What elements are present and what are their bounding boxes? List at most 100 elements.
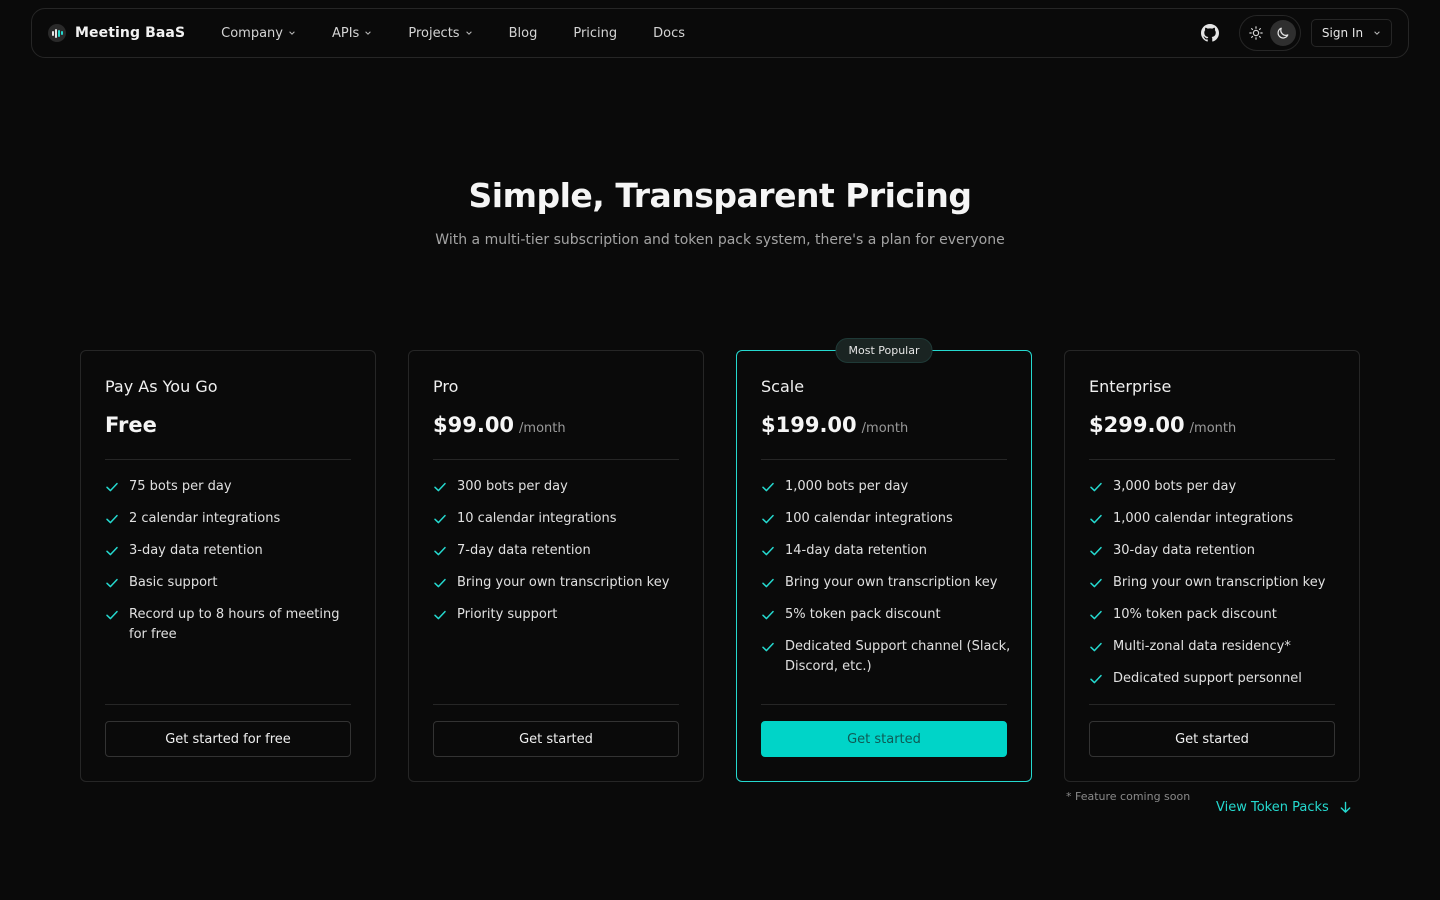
check-icon <box>106 482 118 492</box>
divider <box>761 459 1007 460</box>
chevron-down-icon <box>465 31 472 35</box>
feature-text: 1,000 calendar integrations <box>1113 511 1294 526</box>
feature-text: Priority support <box>457 607 558 622</box>
divider <box>433 459 679 460</box>
check-icon <box>434 578 446 588</box>
moon-icon <box>1277 27 1289 39</box>
divider <box>761 704 1007 705</box>
feature-text: Record up to 8 hours of meeting for free <box>129 607 340 642</box>
get-started-scale-button[interactable]: Get started <box>761 721 1007 757</box>
nav-docs[interactable]: Docs <box>653 26 685 41</box>
feature-item: 1,000 calendar integrations <box>1089 509 1339 529</box>
get-started-pro-button[interactable]: Get started <box>433 721 679 757</box>
page-title: Simple, Transparent Pricing <box>468 176 972 215</box>
feature-text: Multi-zonal data residency* <box>1113 639 1291 654</box>
sign-in-label: Sign In <box>1321 26 1364 40</box>
nav-apis[interactable]: APIs <box>332 26 372 41</box>
top-navbar: Meeting BaaS Company APIs Projects Blog … <box>31 8 1409 58</box>
theme-toggle[interactable] <box>1239 15 1301 51</box>
divider <box>105 459 351 460</box>
nav-pricing[interactable]: Pricing <box>573 26 617 41</box>
chevron-down-icon <box>289 31 295 35</box>
plan-price: Free <box>105 413 157 437</box>
most-popular-badge: Most Popular <box>835 338 933 363</box>
feature-list: 1,000 bots per day 100 calendar integrati… <box>761 477 1011 689</box>
nav-blog[interactable]: Blog <box>509 26 538 41</box>
feature-item: Bring your own transcription key <box>433 573 683 593</box>
plan-period: /month <box>861 421 909 436</box>
plan-name: Pay As You Go <box>105 377 218 396</box>
price-row: Free <box>105 413 351 443</box>
view-token-packs-label: View Token Packs <box>1216 800 1329 815</box>
check-icon <box>434 546 446 556</box>
divider <box>433 704 679 705</box>
plan-name: Scale <box>761 377 805 396</box>
feature-text: 1,000 bots per day <box>785 479 909 494</box>
check-icon <box>106 578 118 588</box>
feature-item: 75 bots per day <box>105 477 355 497</box>
feature-item: 10 calendar integrations <box>433 509 683 529</box>
nav-projects-label: Projects <box>408 25 460 41</box>
check-icon <box>434 514 446 524</box>
feature-text: Dedicated support personnel <box>1113 671 1302 686</box>
feature-item: Dedicated support personnel <box>1089 669 1339 689</box>
check-icon <box>1090 610 1102 620</box>
feature-item: 2 calendar integrations <box>105 509 355 529</box>
feature-text: 2 calendar integrations <box>129 511 281 526</box>
get-started-enterprise-button[interactable]: Get started <box>1089 721 1335 757</box>
nav-company[interactable]: Company <box>221 26 296 41</box>
brand[interactable]: Meeting BaaS <box>48 24 185 42</box>
feature-text: 75 bots per day <box>129 479 232 494</box>
plan-period: /month <box>1189 421 1237 436</box>
feature-text: 100 calendar integrations <box>785 511 953 526</box>
feature-item: 300 bots per day <box>433 477 683 497</box>
feature-list: 300 bots per day 10 calendar integrations… <box>433 477 683 637</box>
divider <box>1089 704 1335 705</box>
feature-text: Basic support <box>129 575 218 590</box>
github-icon[interactable] <box>1201 24 1219 42</box>
check-icon <box>762 514 774 524</box>
plan-name: Pro <box>433 377 459 396</box>
feature-list: 75 bots per day 2 calendar integrations 3-… <box>105 477 355 657</box>
sign-in-button[interactable]: Sign In <box>1311 19 1392 47</box>
price-row: $199.00 /month <box>761 413 1007 443</box>
check-icon <box>762 578 774 588</box>
feature-item: 7-day data retention <box>433 541 683 561</box>
chevron-down-icon <box>1374 31 1380 35</box>
plan-card-scale: Most Popular Scale $199.00 /month 1,000 … <box>736 338 1032 782</box>
moon-button[interactable] <box>1270 20 1296 46</box>
nav-blog-label: Blog <box>508 25 538 41</box>
feature-item: Record up to 8 hours of meeting for free <box>105 605 355 645</box>
feature-list: 3,000 bots per day 1,000 calendar integra… <box>1089 477 1339 701</box>
feature-text: Bring your own transcription key <box>785 575 998 590</box>
check-icon <box>762 546 774 556</box>
feature-item: 5% token pack discount <box>761 605 1011 625</box>
feature-item: Multi-zonal data residency* <box>1089 637 1339 657</box>
plan-period: /month <box>519 421 566 436</box>
check-icon <box>106 610 118 620</box>
plan-name: Enterprise <box>1089 377 1172 396</box>
feature-text: Dedicated Support channel (Slack, Discor… <box>785 639 1011 674</box>
check-icon <box>106 514 118 524</box>
feature-item: 14-day data retention <box>761 541 1011 561</box>
nav-links: Company APIs Projects Blog Pricing Docs <box>221 26 685 41</box>
feature-text: 30-day data retention <box>1113 543 1255 558</box>
price-row: $299.00 /month <box>1089 413 1335 443</box>
nav-projects[interactable]: Projects <box>408 26 472 41</box>
check-icon <box>762 642 774 652</box>
plan-price: $199.00 <box>761 413 857 437</box>
footnote: * Feature coming soon <box>1066 790 1191 803</box>
arrow-down-icon <box>1340 801 1351 813</box>
get-started-free-button[interactable]: Get started for free <box>105 721 351 757</box>
feature-item: Dedicated Support channel (Slack, Discor… <box>761 637 1011 677</box>
nav-pricing-label: Pricing <box>573 25 618 41</box>
check-icon <box>106 546 118 556</box>
view-token-packs-link[interactable]: View Token Packs <box>1216 800 1352 815</box>
check-icon <box>1090 674 1102 684</box>
check-icon <box>434 482 446 492</box>
feature-text: Bring your own transcription key <box>457 575 670 590</box>
sun-icon[interactable] <box>1249 26 1263 40</box>
brand-name: Meeting BaaS <box>75 25 186 41</box>
feature-item: 10% token pack discount <box>1089 605 1339 625</box>
feature-item: 30-day data retention <box>1089 541 1339 561</box>
